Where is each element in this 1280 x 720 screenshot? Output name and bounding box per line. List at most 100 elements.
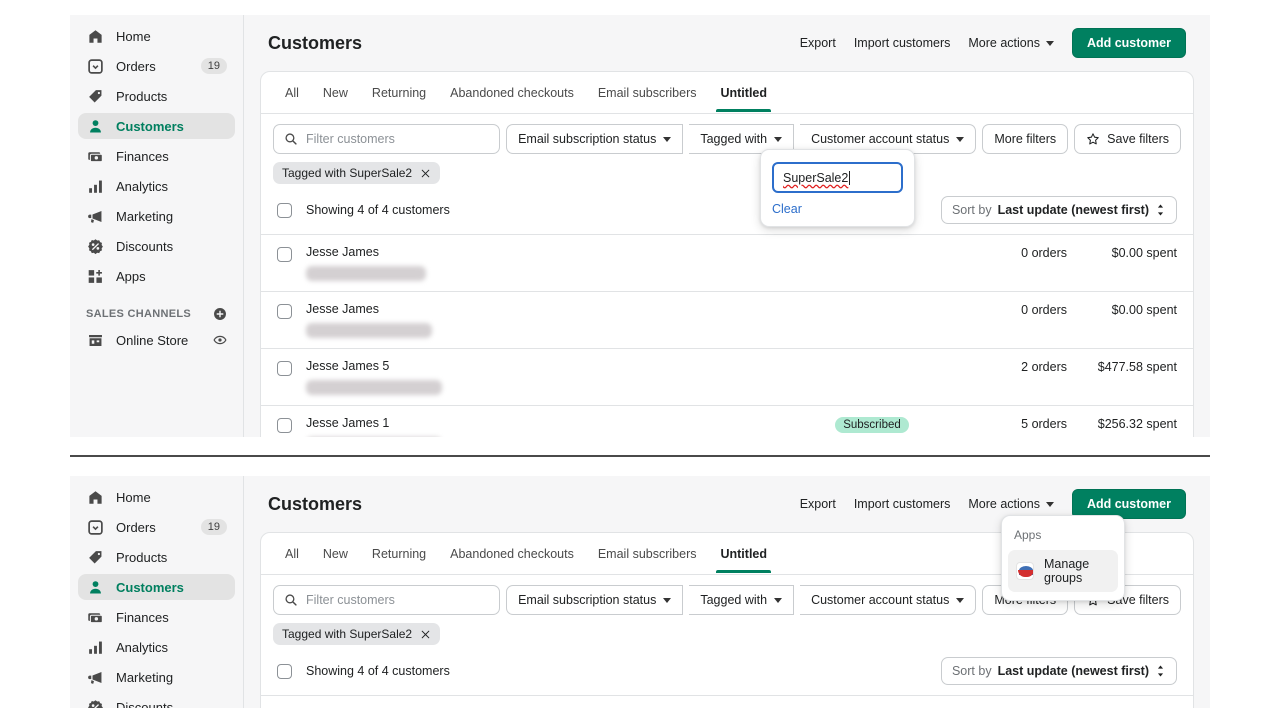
tag-value-input[interactable]: SuperSale2: [772, 162, 903, 193]
more-actions-button[interactable]: More actions: [968, 497, 1054, 511]
page-title: Customers: [268, 33, 800, 54]
select-all-checkbox[interactable]: [277, 664, 292, 679]
sidebar-item-label: Marketing: [116, 209, 227, 224]
tab-new[interactable]: New: [311, 74, 360, 111]
sidebar-item-marketing[interactable]: Marketing: [78, 664, 235, 690]
marketing-megaphone-icon: [86, 668, 104, 686]
sidebar-item-products[interactable]: Products: [78, 83, 235, 109]
close-icon[interactable]: [420, 629, 431, 640]
import-customers-button[interactable]: Import customers: [854, 36, 951, 50]
discounts-icon: [86, 698, 104, 708]
list-header-top: Showing 4 of 4 customers Sort by Last up…: [261, 190, 1193, 235]
customer-info: Jesse James: [306, 302, 787, 338]
select-all-checkbox[interactable]: [277, 203, 292, 218]
sidebar-item-orders[interactable]: Orders 19: [78, 53, 235, 79]
tab-returning[interactable]: Returning: [360, 74, 438, 111]
menu-item-manage-groups[interactable]: Manage groups: [1008, 550, 1118, 592]
table-row[interactable]: Jesse James 0 orders $0.00 spent: [261, 696, 1193, 708]
sidebar-item-finances[interactable]: Finances: [78, 604, 235, 630]
tag-input-value: SuperSale2: [783, 171, 848, 185]
orders-icon: [86, 518, 104, 536]
filter-customer-account-status[interactable]: Customer account status: [800, 585, 976, 615]
tab-abandoned-checkouts[interactable]: Abandoned checkouts: [438, 535, 586, 572]
applied-filter-chips: Tagged with SuperSale2: [261, 615, 1193, 651]
section-label: SALES CHANNELS: [86, 308, 213, 320]
tab-abandoned-checkouts[interactable]: Abandoned checkouts: [438, 74, 586, 111]
filter-chip-tagged-with[interactable]: Tagged with SuperSale2: [273, 623, 440, 645]
sidebar-item-analytics[interactable]: Analytics: [78, 173, 235, 199]
clear-link[interactable]: Clear: [772, 202, 903, 216]
filter-email-subscription-status[interactable]: Email subscription status: [506, 585, 683, 615]
filter-label: Customer account status: [811, 593, 949, 607]
sidebar-item-discounts[interactable]: Discounts: [78, 233, 235, 259]
sidebar-item-products[interactable]: Products: [78, 544, 235, 570]
tab-untitled[interactable]: Untitled: [708, 74, 779, 111]
tab-email-subscribers[interactable]: Email subscribers: [586, 74, 709, 111]
sidebar-item-label: Analytics: [116, 640, 227, 655]
add-customer-button[interactable]: Add customer: [1072, 28, 1186, 58]
import-customers-button[interactable]: Import customers: [854, 497, 951, 511]
tab-email-subscribers[interactable]: Email subscribers: [586, 535, 709, 572]
table-row[interactable]: Jesse James 0 orders $0.00 spent: [261, 292, 1193, 349]
sidebar-item-customers[interactable]: Customers: [78, 574, 235, 600]
table-row[interactable]: Jesse James 1 Subscribed 5 orders $256.3…: [261, 406, 1193, 437]
chevron-down-icon: [956, 137, 964, 142]
sidebar-item-online-store[interactable]: Online Store: [78, 327, 235, 353]
table-row[interactable]: Jesse James 5 2 orders $477.58 spent: [261, 349, 1193, 406]
export-button[interactable]: Export: [800, 36, 836, 50]
customer-name: Jesse James: [306, 245, 787, 259]
sidebar-item-analytics[interactable]: Analytics: [78, 634, 235, 660]
sidebar-item-discounts[interactable]: Discounts: [78, 694, 235, 708]
sidebar-item-label: Products: [116, 89, 227, 104]
sidebar-top: Home Orders 19 Products Customers: [70, 15, 244, 437]
preview-store-eye-icon[interactable]: [213, 333, 227, 347]
panel-divider: [70, 455, 1210, 457]
redacted-email: [306, 266, 426, 281]
customers-person-icon: [86, 117, 104, 135]
sidebar-item-label: Finances: [116, 610, 227, 625]
add-sales-channel-icon[interactable]: [213, 307, 227, 321]
tab-all[interactable]: All: [273, 535, 311, 572]
filter-label: Tagged with: [700, 132, 767, 146]
sidebar-item-marketing[interactable]: Marketing: [78, 203, 235, 229]
more-filters-button[interactable]: More filters: [982, 124, 1068, 154]
sidebar-item-apps[interactable]: Apps: [78, 263, 235, 289]
sidebar-item-orders[interactable]: Orders 19: [78, 514, 235, 540]
more-actions-button[interactable]: More actions: [968, 36, 1054, 50]
row-checkbox[interactable]: [277, 361, 292, 376]
sidebar-item-label: Marketing: [116, 670, 227, 685]
text-caret: [849, 171, 850, 185]
sidebar-item-label: Discounts: [116, 700, 227, 709]
search-input[interactable]: Filter customers: [273, 585, 500, 615]
table-row[interactable]: Jesse James 0 orders $0.00 spent: [261, 235, 1193, 292]
save-filters-button[interactable]: Save filters: [1074, 124, 1181, 154]
chevron-down-icon: [1046, 502, 1054, 507]
tab-untitled[interactable]: Untitled: [708, 535, 779, 572]
filter-email-subscription-status[interactable]: Email subscription status: [506, 124, 683, 154]
row-checkbox[interactable]: [277, 247, 292, 262]
menu-item-label: Manage groups: [1044, 557, 1110, 585]
sidebar-section-sales-channels: SALES CHANNELS: [86, 307, 227, 321]
tab-returning[interactable]: Returning: [360, 535, 438, 572]
row-checkbox[interactable]: [277, 304, 292, 319]
export-button[interactable]: Export: [800, 497, 836, 511]
filter-bar-top: Filter customers Email subscription stat…: [261, 114, 1193, 154]
analytics-bars-icon: [86, 638, 104, 656]
sidebar-item-finances[interactable]: Finances: [78, 143, 235, 169]
customer-info: Jesse James: [306, 706, 787, 708]
sidebar-item-label: Home: [116, 490, 227, 505]
sort-by-button[interactable]: Sort by Last update (newest first): [941, 196, 1177, 224]
customer-info: Jesse James: [306, 245, 787, 281]
tab-new[interactable]: New: [311, 535, 360, 572]
sidebar-item-home[interactable]: Home: [78, 23, 235, 49]
sidebar-item-home[interactable]: Home: [78, 484, 235, 510]
amount-spent: $0.00 spent: [1067, 302, 1177, 317]
row-checkbox[interactable]: [277, 418, 292, 433]
filter-chip-tagged-with[interactable]: Tagged with SuperSale2: [273, 162, 440, 184]
filter-tagged-with[interactable]: Tagged with: [689, 585, 794, 615]
search-input[interactable]: Filter customers: [273, 124, 500, 154]
sidebar-item-customers[interactable]: Customers: [78, 113, 235, 139]
tab-all[interactable]: All: [273, 74, 311, 111]
sort-by-button[interactable]: Sort by Last update (newest first): [941, 657, 1177, 685]
close-icon[interactable]: [420, 168, 431, 179]
